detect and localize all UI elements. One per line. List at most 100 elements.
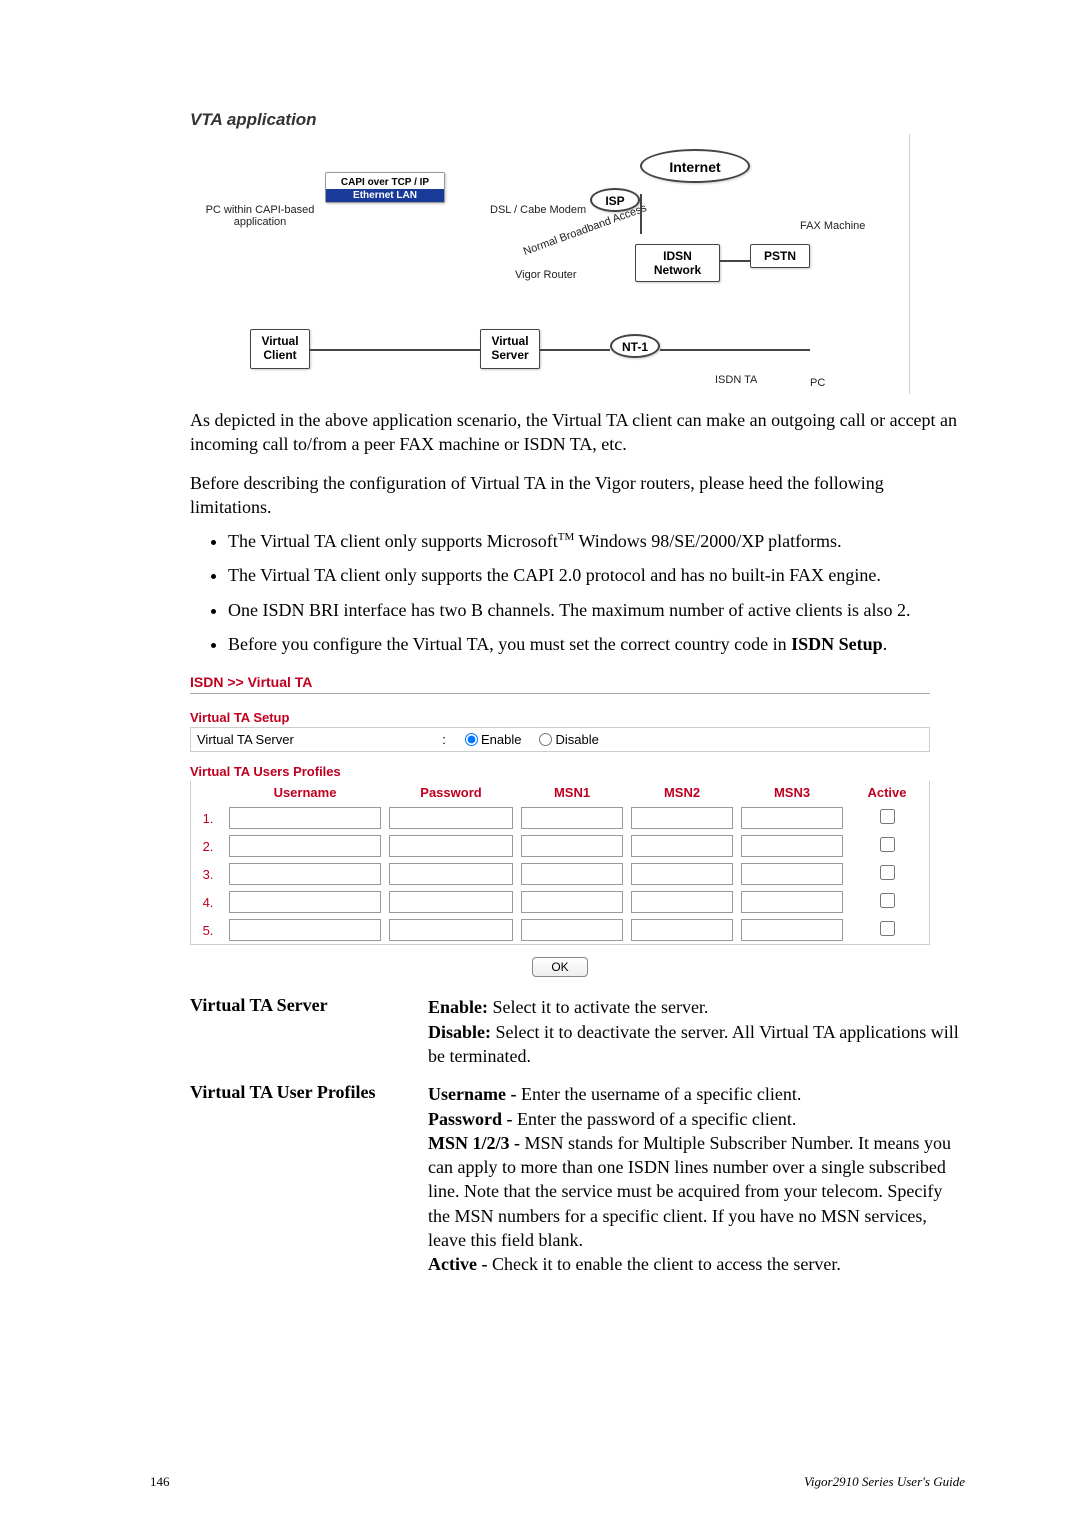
password-input[interactable] bbox=[389, 807, 513, 829]
guide-title: Vigor2910 Series User's Guide bbox=[804, 1474, 965, 1490]
row-num: 5. bbox=[191, 923, 225, 938]
active-checkbox[interactable] bbox=[880, 809, 895, 824]
vta-profiles-heading: Virtual TA Users Profiles bbox=[190, 764, 930, 779]
th-username: Username bbox=[225, 781, 385, 804]
def-server-enable-b: Enable: bbox=[428, 997, 488, 1017]
th-msn3: MSN3 bbox=[737, 781, 847, 804]
msn2-input[interactable] bbox=[631, 919, 733, 941]
active-checkbox[interactable] bbox=[880, 865, 895, 880]
virtual-ta-panel: Virtual TA Setup Virtual TA Server : Ena… bbox=[190, 710, 930, 977]
profiles-head: Username Password MSN1 MSN2 MSN3 Active bbox=[191, 781, 929, 804]
paragraph-1: As depicted in the above application sce… bbox=[190, 408, 965, 457]
def-msn-b: MSN 1/2/3 - bbox=[428, 1133, 520, 1153]
isp-node: ISP bbox=[590, 188, 640, 212]
limitations-list: The Virtual TA client only supports Micr… bbox=[228, 529, 965, 656]
msn1-input[interactable] bbox=[521, 919, 623, 941]
internet-node: Internet bbox=[640, 149, 750, 183]
disable-radio-input[interactable] bbox=[539, 733, 552, 746]
bullet-4-tail: . bbox=[883, 634, 888, 654]
idsn-label: IDSN Network bbox=[654, 249, 701, 277]
vta-server-label: Virtual TA Server bbox=[197, 732, 427, 747]
def-server-enable-t: Select it to activate the server. bbox=[488, 997, 708, 1017]
dsl-label: DSL / Cabe Modem bbox=[490, 204, 586, 216]
pc-label: PC bbox=[810, 377, 825, 389]
enable-radio-input[interactable] bbox=[465, 733, 478, 746]
bullet-4-bold: ISDN Setup bbox=[791, 634, 883, 654]
password-input[interactable] bbox=[389, 891, 513, 913]
def-body-server: Enable: Select it to activate the server… bbox=[428, 995, 965, 1068]
ok-button[interactable]: OK bbox=[532, 957, 587, 977]
def-pass-t: Enter the password of a specific client. bbox=[513, 1109, 797, 1129]
msn3-input[interactable] bbox=[741, 891, 843, 913]
definitions: Virtual TA Server Enable: Select it to a… bbox=[190, 995, 965, 1276]
def-term-profiles: Virtual TA User Profiles bbox=[190, 1082, 400, 1276]
vigor-router-label: Vigor Router bbox=[515, 269, 577, 281]
disable-radio[interactable]: Disable bbox=[539, 732, 598, 747]
ethernet-label: Ethernet LAN bbox=[326, 189, 444, 202]
msn2-input[interactable] bbox=[631, 891, 733, 913]
def-active-b: Active - bbox=[428, 1254, 487, 1274]
active-checkbox[interactable] bbox=[880, 921, 895, 936]
page-number: 146 bbox=[150, 1474, 170, 1490]
msn1-input[interactable] bbox=[521, 807, 623, 829]
breadcrumb: ISDN >> Virtual TA bbox=[190, 674, 930, 694]
msn3-input[interactable] bbox=[741, 863, 843, 885]
def-server-disable-t: Select it to deactivate the server. All … bbox=[428, 1022, 959, 1066]
password-input[interactable] bbox=[389, 863, 513, 885]
table-row: 2. bbox=[191, 832, 929, 860]
bullet-1-sup: TM bbox=[558, 531, 575, 543]
vclient-l2: Client bbox=[263, 348, 296, 362]
msn3-input[interactable] bbox=[741, 807, 843, 829]
username-input[interactable] bbox=[229, 835, 381, 857]
crumb-isdn: ISDN bbox=[190, 674, 223, 690]
th-msn1: MSN1 bbox=[517, 781, 627, 804]
msn3-input[interactable] bbox=[741, 919, 843, 941]
password-input[interactable] bbox=[389, 835, 513, 857]
th-active: Active bbox=[847, 781, 927, 804]
crumb-sep: >> bbox=[227, 674, 243, 690]
idsn-node: IDSN Network bbox=[635, 244, 720, 282]
bullet-4: Before you configure the Virtual TA, you… bbox=[228, 632, 965, 656]
msn2-input[interactable] bbox=[631, 807, 733, 829]
pstn-node: PSTN bbox=[750, 244, 810, 268]
bullet-2: The Virtual TA client only supports the … bbox=[228, 563, 965, 587]
def-user-t: Enter the username of a specific client. bbox=[516, 1084, 801, 1104]
msn2-input[interactable] bbox=[631, 863, 733, 885]
vclient-l1: Virtual bbox=[261, 334, 298, 348]
colon: : bbox=[437, 732, 451, 747]
crumb-virtualta: Virtual TA bbox=[248, 674, 313, 690]
vta-app-title: VTA application bbox=[190, 110, 965, 130]
th-msn2: MSN2 bbox=[627, 781, 737, 804]
active-checkbox[interactable] bbox=[880, 893, 895, 908]
username-input[interactable] bbox=[229, 891, 381, 913]
pc-app-label: PC within CAPI-based application bbox=[190, 204, 330, 228]
active-checkbox[interactable] bbox=[880, 837, 895, 852]
msn3-input[interactable] bbox=[741, 835, 843, 857]
bullet-4-pre: Before you configure the Virtual TA, you… bbox=[228, 634, 791, 654]
row-num: 4. bbox=[191, 895, 225, 910]
username-input[interactable] bbox=[229, 863, 381, 885]
username-input[interactable] bbox=[229, 919, 381, 941]
nt1-node: NT-1 bbox=[610, 334, 660, 358]
capi-label: CAPI over TCP / IP bbox=[341, 177, 429, 188]
msn2-input[interactable] bbox=[631, 835, 733, 857]
virtual-client-node: Virtual Client bbox=[250, 329, 310, 369]
table-row: 1. bbox=[191, 804, 929, 832]
profiles-table: Username Password MSN1 MSN2 MSN3 Active … bbox=[190, 781, 930, 945]
paragraph-2: Before describing the configuration of V… bbox=[190, 471, 965, 520]
row-num: 3. bbox=[191, 867, 225, 882]
row-num: 2. bbox=[191, 839, 225, 854]
msn1-input[interactable] bbox=[521, 835, 623, 857]
msn1-input[interactable] bbox=[521, 891, 623, 913]
fax-label: FAX Machine bbox=[800, 220, 865, 232]
row-num: 1. bbox=[191, 811, 225, 826]
table-row: 4. bbox=[191, 888, 929, 916]
username-input[interactable] bbox=[229, 807, 381, 829]
table-row: 5. bbox=[191, 916, 929, 944]
msn1-input[interactable] bbox=[521, 863, 623, 885]
capi-box: CAPI over TCP / IP Ethernet LAN bbox=[325, 172, 445, 203]
enable-radio[interactable]: Enable bbox=[465, 732, 521, 747]
password-input[interactable] bbox=[389, 919, 513, 941]
isdnta-label: ISDN TA bbox=[715, 374, 757, 386]
vserver-l2: Server bbox=[491, 348, 528, 362]
